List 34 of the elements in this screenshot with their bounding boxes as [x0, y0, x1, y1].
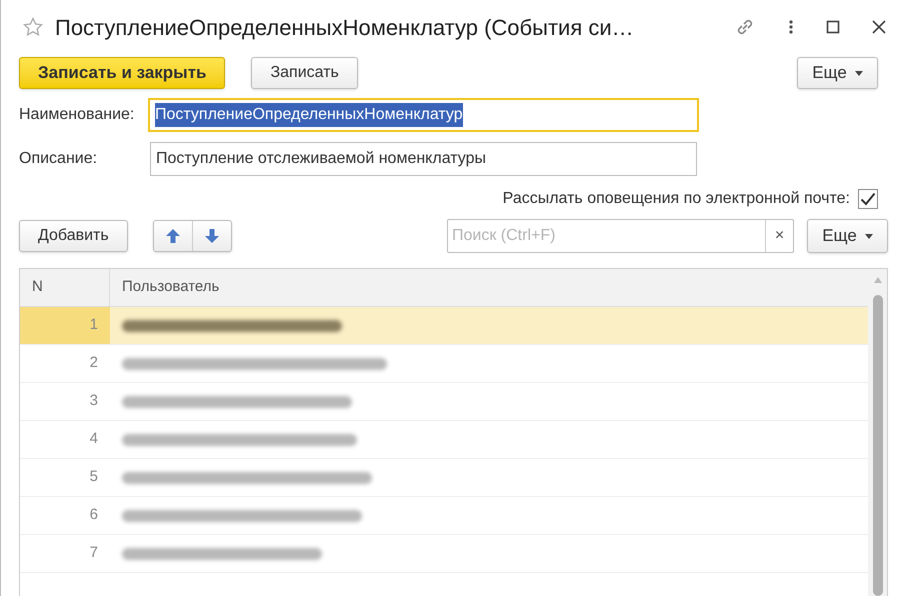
row-number: 7	[90, 543, 98, 564]
arrow-up-icon	[164, 228, 181, 244]
field-label: Описание:	[19, 149, 98, 169]
row-number: 3	[90, 391, 98, 412]
column-header[interactable]: Пользователь	[110, 269, 868, 306]
window-title: ПоступлениеОпределенныхНоменклатур (События си…	[55, 14, 635, 42]
save-and-close-button[interactable]: Записать и закрыть	[19, 57, 226, 89]
search-field[interactable]: Поиск (Ctrl+F) ×	[447, 219, 794, 253]
close-icon[interactable]	[872, 20, 886, 34]
scrollbar-thumb[interactable]	[872, 295, 882, 596]
more-button[interactable]: Еще	[797, 57, 878, 89]
menu-icon[interactable]	[788, 19, 794, 35]
checkmark-icon	[860, 192, 876, 206]
clear-button[interactable]: ×	[765, 220, 793, 252]
email-option-label: Рассылать оповещения по электронной почте:	[502, 189, 850, 209]
row-number: 1	[90, 315, 98, 336]
caret-icon	[854, 70, 863, 76]
column-header[interactable]: N	[20, 269, 110, 306]
save-button[interactable]: Записать	[251, 57, 358, 89]
caret-icon	[864, 234, 873, 238]
arrow-down-icon	[204, 228, 220, 244]
text-field[interactable]: ПоступлениеОпределенныхНоменклатур	[148, 98, 699, 132]
scrollbar[interactable]	[868, 269, 887, 596]
text-field[interactable]: Поступление отслеживаемой номенклатуры	[150, 142, 697, 176]
row-number: 4	[90, 429, 98, 450]
field-label: Наименование:	[19, 105, 136, 125]
email-checkbox[interactable]	[858, 189, 878, 209]
row-number: 2	[90, 353, 98, 374]
more-button[interactable]: Еще	[807, 219, 888, 253]
add-button[interactable]: Добавить	[19, 220, 128, 252]
star-icon[interactable]	[23, 17, 43, 37]
maximize-icon[interactable]	[826, 20, 840, 34]
row-number: 5	[90, 467, 98, 488]
row-number: 6	[90, 505, 98, 526]
